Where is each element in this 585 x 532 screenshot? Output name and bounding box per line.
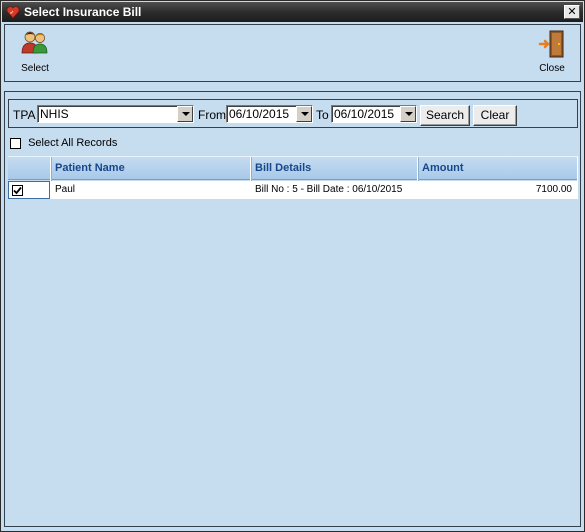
search-button[interactable]: Search [420,105,470,126]
to-date-value: 06/10/2015 [334,107,395,121]
bill-details-header[interactable]: Bill Details [251,157,418,181]
filter-bar: TPA NHIS From 06/10/2015 To 06/10/2015 S… [8,99,578,128]
insurance-bill-dialog: Select Insurance Bill ✕ Select Close TPA… [0,0,585,532]
patient-name-cell: Paul [55,184,76,195]
table-row[interactable]: Paul Bill No : 5 - Bill Date : 06/10/201… [8,181,578,199]
select-label: Select [21,63,49,74]
to-label: To [316,108,329,122]
row-checkbox[interactable] [12,185,23,196]
bill-details-cell: Bill No : 5 - Bill Date : 06/10/2015 [255,184,403,195]
select-all-label: Select All Records [28,137,118,150]
bills-table: Patient Name Bill Details Amount Paul Bi… [8,156,578,522]
users-icon [21,31,48,54]
main-panel: TPA NHIS From 06/10/2015 To 06/10/2015 S… [4,91,581,527]
toolbar: Select Close [4,24,581,82]
checkmark-icon [13,186,22,195]
tpa-value: NHIS [40,107,69,121]
to-date-picker[interactable]: 06/10/2015 [331,105,417,123]
title-bar[interactable]: Select Insurance Bill ✕ [2,2,583,22]
from-date-value: 06/10/2015 [229,107,290,121]
close-button[interactable]: Close [534,29,570,74]
window-title: Select Insurance Bill [24,5,142,19]
chevron-down-icon[interactable] [400,106,416,122]
chevron-down-icon[interactable] [296,106,312,122]
amount-cell: 7100.00 [535,184,572,195]
select-all-checkbox[interactable] [10,137,21,149]
select-button[interactable]: Select [17,29,53,74]
from-label: From [198,108,226,122]
clear-button[interactable]: Clear [473,105,517,126]
tpa-dropdown[interactable]: NHIS [37,105,194,123]
window-close-button[interactable]: ✕ [564,5,580,19]
select-all-checkbox-row[interactable]: Select All Records [10,137,117,149]
amount-header[interactable]: Amount [418,157,578,181]
chevron-down-icon[interactable] [177,106,193,122]
close-label: Close [539,63,565,74]
exit-door-icon [538,30,564,58]
from-date-picker[interactable]: 06/10/2015 [226,105,313,123]
heart-icon [6,5,20,19]
patient-name-header[interactable]: Patient Name [51,157,251,181]
tpa-label: TPA [13,108,36,122]
table-header: Patient Name Bill Details Amount [8,156,578,181]
select-column-header [8,157,51,181]
row-select-cell[interactable] [8,181,50,199]
